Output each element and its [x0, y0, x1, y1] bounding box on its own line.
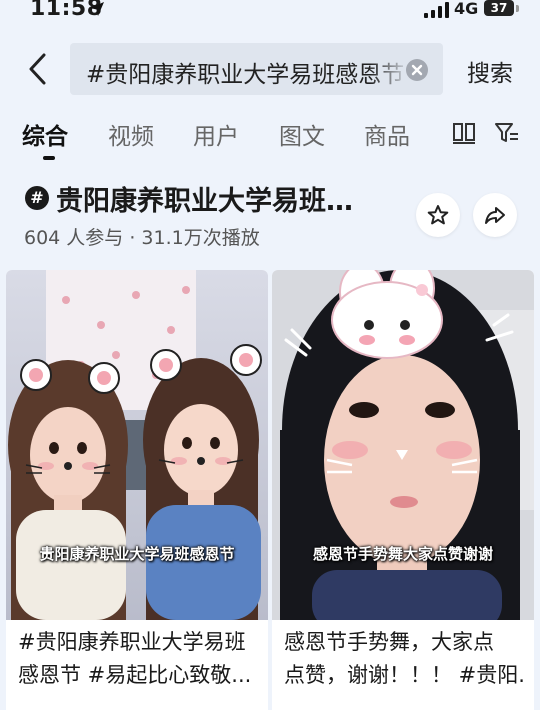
share-icon — [485, 207, 505, 224]
result-caption[interactable]: 感恩节手势舞，大家点 点赞，谢谢！！！ #贵阳... — [284, 626, 526, 692]
status-bar: 11:58 4G 37 — [0, 0, 540, 26]
caption-line: 点赞，谢谢！！！ #贵阳... — [284, 663, 526, 687]
tab-comprehensive[interactable]: 综合 — [22, 117, 68, 151]
topic-title[interactable]: 贵阳康养职业大学易班… — [56, 179, 396, 218]
share-button[interactable] — [473, 193, 517, 237]
caption-line: 感恩节手势舞，大家点 — [284, 630, 494, 654]
battery-icon: 37 — [484, 0, 514, 16]
thumbnail-overlay-text: 贵阳康养职业大学易班感恩节 — [39, 545, 235, 563]
caption-line: 感恩节 #易起比心致敬... — [18, 663, 252, 687]
result-card[interactable]: 贵阳康养职业大学易班感恩节 #贵阳康养职业大学易班 感恩节 #易起比心致敬... — [6, 270, 268, 710]
hashtag-icon: # — [25, 186, 49, 210]
video-thumbnail[interactable]: 贵阳康养职业大学易班感恩节 — [6, 270, 268, 620]
caption-line: #贵阳康养职业大学易班 — [18, 630, 246, 654]
filter-icon[interactable] — [494, 120, 520, 150]
search-input[interactable]: #贵阳康养职业大学易班感恩节 — [70, 43, 443, 95]
tab-products[interactable]: 商品 — [364, 117, 410, 151]
back-button[interactable] — [22, 50, 56, 88]
back-chevron-icon — [29, 53, 46, 85]
search-button[interactable]: 搜索 — [467, 54, 513, 88]
search-query[interactable]: #贵阳康养职业大学易班感恩节 — [86, 55, 404, 89]
signal-bars-icon — [424, 2, 450, 22]
thumbnail-overlay-text: 感恩节手势舞大家点赞谢谢 — [312, 545, 493, 563]
result-caption[interactable]: #贵阳康养职业大学易班 感恩节 #易起比心致敬... — [18, 626, 260, 692]
star-icon — [427, 205, 449, 225]
location-arrow-icon — [88, 0, 106, 22]
clear-icon[interactable] — [406, 59, 428, 81]
tab-active-indicator — [43, 156, 55, 160]
video-thumbnail[interactable]: 感恩节手势舞大家点赞谢谢 — [272, 270, 534, 620]
battery-cap — [516, 5, 519, 12]
tab-image-text[interactable]: 图文 — [279, 117, 325, 151]
favorite-button[interactable] — [416, 193, 460, 237]
filter-tabs: 综合 视频 用户 图文 商品 — [0, 112, 540, 162]
topic-header[interactable]: # 贵阳康养职业大学易班… 604 人参与 · 31.1万次播放 — [0, 175, 540, 255]
network-label: 4G — [454, 0, 479, 18]
topic-stats: 604 人参与 · 31.1万次播放 — [24, 227, 260, 249]
book-icon[interactable] — [451, 120, 477, 150]
tab-video[interactable]: 视频 — [108, 117, 154, 151]
search-text-fade — [370, 43, 410, 95]
tab-users[interactable]: 用户 — [193, 117, 239, 151]
result-card[interactable]: 感恩节手势舞大家点赞谢谢 感恩节手势舞，大家点 点赞，谢谢！！！ #贵阳... — [272, 270, 534, 710]
